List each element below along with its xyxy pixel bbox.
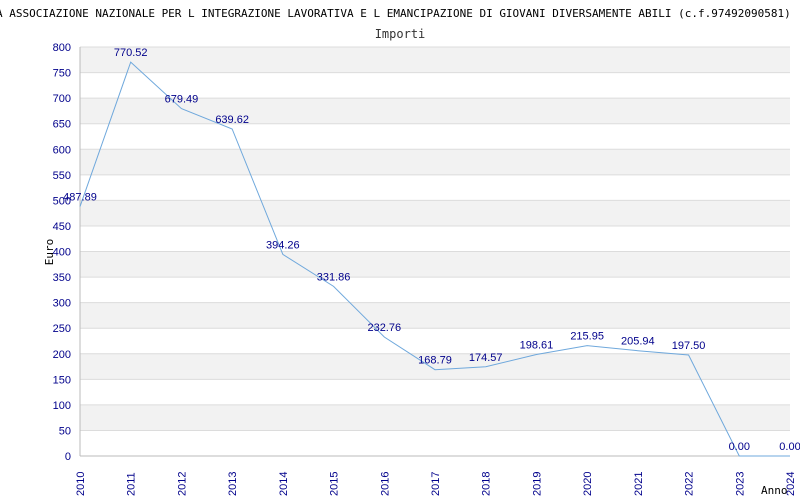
data-label: 639.62 bbox=[215, 114, 249, 126]
data-label: 232.76 bbox=[367, 322, 401, 334]
grid-band bbox=[80, 123, 790, 150]
y-tick-label: 450 bbox=[53, 221, 71, 233]
data-label: 394.26 bbox=[266, 239, 300, 251]
data-label: 197.50 bbox=[672, 340, 706, 352]
x-tick-label: 2023 bbox=[734, 472, 746, 496]
y-tick-label: 800 bbox=[53, 42, 71, 54]
x-tick-label: 2016 bbox=[379, 472, 391, 496]
y-tick-label: 650 bbox=[53, 119, 71, 131]
x-tick-label: 2013 bbox=[227, 472, 239, 496]
y-tick-label: 200 bbox=[53, 349, 71, 361]
chart-subtitle: Importi bbox=[375, 27, 426, 41]
grid-band bbox=[80, 149, 790, 175]
x-tick-label: 2010 bbox=[75, 472, 87, 496]
y-tick-label: 550 bbox=[53, 170, 71, 182]
data-label: 168.79 bbox=[418, 355, 452, 367]
y-tick-label: 250 bbox=[53, 323, 71, 335]
x-tick-label: 2022 bbox=[684, 472, 696, 496]
data-label: 215.95 bbox=[570, 331, 604, 343]
y-tick-label: 300 bbox=[53, 298, 71, 310]
data-label: 487.89 bbox=[63, 192, 97, 204]
x-tick-label: 2019 bbox=[531, 472, 543, 496]
grid-band bbox=[80, 174, 790, 201]
grid-band bbox=[80, 225, 790, 252]
y-tick-label: 750 bbox=[53, 68, 71, 80]
x-tick-label: 2020 bbox=[582, 472, 594, 496]
data-label: 0.00 bbox=[729, 441, 750, 453]
data-label: 331.86 bbox=[317, 271, 351, 283]
y-tick-label: 600 bbox=[53, 144, 71, 156]
x-tick-label: 2011 bbox=[126, 472, 138, 496]
x-axis-label: Anno bbox=[761, 484, 788, 497]
x-tick-label: 2021 bbox=[633, 472, 645, 496]
line-chart: 0501001502002503003504004505005506006507… bbox=[0, 7, 800, 497]
data-label: 198.61 bbox=[520, 339, 554, 351]
data-label: 0.00 bbox=[779, 441, 800, 453]
grid-band bbox=[80, 277, 790, 303]
data-label: 205.94 bbox=[621, 336, 655, 348]
x-tick-label: 2012 bbox=[176, 472, 188, 496]
grid-band bbox=[80, 379, 790, 405]
grid-band bbox=[80, 404, 790, 431]
x-tick-label: 2015 bbox=[329, 472, 341, 496]
data-label: 770.52 bbox=[114, 47, 148, 59]
grid-band bbox=[80, 200, 790, 226]
x-tick-label: 2014 bbox=[278, 472, 290, 496]
chart-title: A ASSOCIAZIONE NAZIONALE PER L INTEGRAZI… bbox=[0, 7, 791, 20]
data-label: 679.49 bbox=[165, 94, 199, 106]
y-axis-label: Euro bbox=[43, 239, 56, 266]
y-tick-label: 350 bbox=[53, 272, 71, 284]
y-tick-label: 0 bbox=[65, 451, 71, 463]
data-label: 174.57 bbox=[469, 352, 503, 364]
y-tick-label: 150 bbox=[53, 374, 71, 386]
x-tick-label: 2017 bbox=[430, 472, 442, 496]
grid-band bbox=[80, 47, 790, 73]
x-tick-label: 2018 bbox=[481, 472, 493, 496]
grid-band bbox=[80, 430, 790, 456]
grid-band bbox=[80, 251, 790, 278]
x-axis-ticks: 2010 2011 2012 2013 2014 2015 2016 2017 2018 2019… bbox=[75, 472, 797, 496]
y-tick-label: 100 bbox=[53, 400, 71, 412]
grid-band bbox=[80, 302, 790, 329]
y-tick-label: 50 bbox=[59, 425, 71, 437]
y-tick-label: 700 bbox=[53, 93, 71, 105]
